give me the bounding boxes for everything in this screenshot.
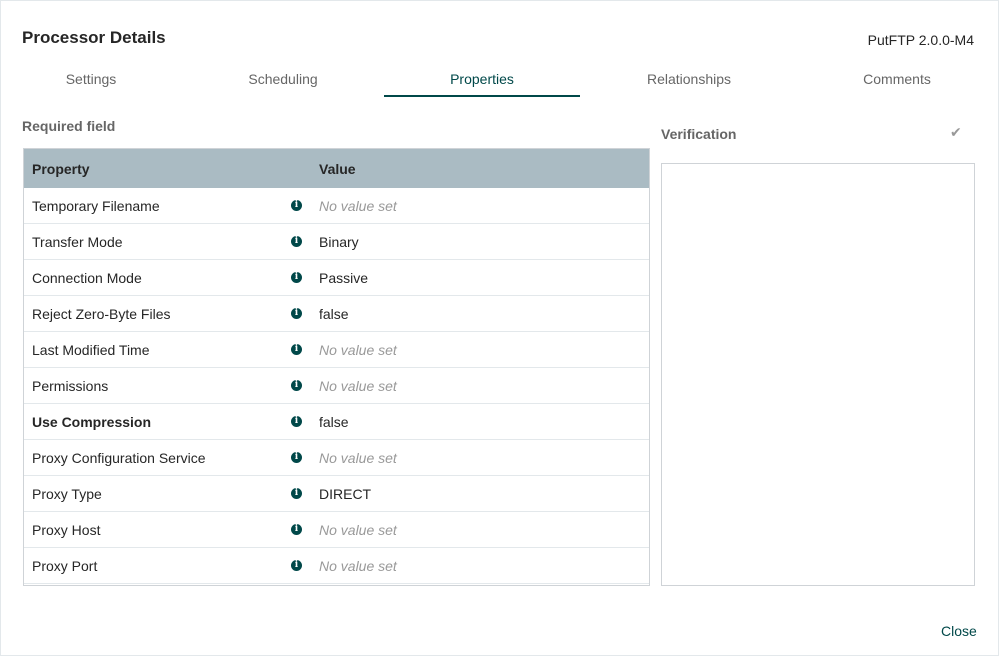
tab-bar: Settings Scheduling Properties Relations… bbox=[1, 67, 999, 97]
info-icon-cell: i bbox=[284, 344, 319, 355]
tab-properties[interactable]: Properties bbox=[384, 67, 580, 97]
property-value[interactable]: No value set bbox=[319, 450, 397, 466]
table-row[interactable]: Connection Mode i Passive bbox=[24, 260, 649, 296]
table-row[interactable]: Transfer Mode i Binary bbox=[24, 224, 649, 260]
property-name: Proxy Host bbox=[32, 521, 101, 538]
info-icon[interactable]: i bbox=[291, 308, 302, 319]
property-value[interactable]: No value set bbox=[319, 378, 397, 394]
tab-scheduling[interactable]: Scheduling bbox=[201, 67, 365, 95]
property-name: Reject Zero-Byte Files bbox=[32, 305, 171, 322]
property-value[interactable]: No value set bbox=[319, 342, 397, 358]
table-row[interactable]: Use Compression i false bbox=[24, 404, 649, 440]
close-button[interactable]: Close bbox=[941, 623, 977, 639]
property-value[interactable]: No value set bbox=[319, 522, 397, 538]
property-name: Proxy Type bbox=[32, 485, 102, 502]
info-icon-cell: i bbox=[284, 488, 319, 499]
component-version: PutFTP 2.0.0-M4 bbox=[867, 32, 974, 48]
property-name: Use Compression bbox=[32, 413, 152, 430]
info-icon[interactable]: i bbox=[291, 344, 302, 355]
property-value[interactable]: No value set bbox=[319, 198, 397, 214]
info-icon-cell: i bbox=[284, 236, 319, 247]
tab-comments[interactable]: Comments bbox=[827, 67, 967, 95]
table-row[interactable]: Last Modified Time i No value set bbox=[24, 332, 649, 368]
verification-title: Verification bbox=[661, 126, 737, 142]
info-icon-cell: i bbox=[284, 416, 319, 427]
property-name: Transfer Mode bbox=[32, 233, 123, 250]
property-value[interactable]: false bbox=[319, 306, 349, 322]
property-value[interactable]: DIRECT bbox=[319, 486, 371, 502]
property-name: Proxy Configuration Service bbox=[32, 449, 206, 466]
info-icon-cell: i bbox=[284, 452, 319, 463]
property-name: Last Modified Time bbox=[32, 341, 150, 358]
tab-relationships[interactable]: Relationships bbox=[601, 67, 777, 95]
info-icon[interactable]: i bbox=[291, 416, 302, 427]
properties-table[interactable]: Property Value Temporary Filename i No val… bbox=[23, 148, 650, 586]
table-row[interactable]: Temporary Filename i No value set bbox=[24, 188, 649, 224]
table-row[interactable]: Reject Zero-Byte Files i false bbox=[24, 296, 649, 332]
table-row[interactable]: Proxy Host i No value set bbox=[24, 512, 649, 548]
processor-details-dialog: Processor Details PutFTP 2.0.0-M4 Settin… bbox=[0, 0, 999, 656]
property-name: Connection Mode bbox=[32, 269, 142, 286]
check-icon: ✔ bbox=[950, 124, 962, 140]
info-icon[interactable]: i bbox=[291, 272, 302, 283]
info-icon-cell: i bbox=[284, 200, 319, 211]
info-icon[interactable]: i bbox=[291, 560, 302, 571]
info-icon-cell: i bbox=[284, 308, 319, 319]
info-icon-cell: i bbox=[284, 380, 319, 391]
info-icon[interactable]: i bbox=[291, 524, 302, 535]
info-icon-cell: i bbox=[284, 272, 319, 283]
info-icon-cell: i bbox=[284, 524, 319, 535]
property-value[interactable]: No value set bbox=[319, 558, 397, 574]
property-value[interactable]: Passive bbox=[319, 270, 368, 286]
dialog-title: Processor Details bbox=[22, 28, 166, 47]
info-icon[interactable]: i bbox=[291, 380, 302, 391]
table-header: Property Value bbox=[24, 149, 649, 188]
table-row[interactable]: Proxy Type i DIRECT bbox=[24, 476, 649, 512]
table-row[interactable]: Permissions i No value set bbox=[24, 368, 649, 404]
property-name: Proxy Port bbox=[32, 557, 98, 574]
info-icon[interactable]: i bbox=[291, 452, 302, 463]
column-header-value[interactable]: Value bbox=[319, 161, 356, 177]
property-value[interactable]: Binary bbox=[319, 234, 359, 250]
property-name: Temporary Filename bbox=[32, 197, 160, 214]
tab-settings[interactable]: Settings bbox=[21, 67, 161, 95]
column-header-property[interactable]: Property bbox=[24, 161, 319, 177]
verification-panel bbox=[661, 163, 975, 586]
info-icon[interactable]: i bbox=[291, 488, 302, 499]
required-field-label: Required field bbox=[22, 118, 116, 134]
table-body: Temporary Filename i No value set Transfer … bbox=[24, 188, 649, 584]
property-value[interactable]: false bbox=[319, 414, 349, 430]
info-icon[interactable]: i bbox=[291, 236, 302, 247]
table-row[interactable]: Proxy Port i No value set bbox=[24, 548, 649, 584]
info-icon[interactable]: i bbox=[291, 200, 302, 211]
table-row[interactable]: Proxy Configuration Service i No value set bbox=[24, 440, 649, 476]
info-icon-cell: i bbox=[284, 560, 319, 571]
property-name: Permissions bbox=[32, 377, 109, 394]
